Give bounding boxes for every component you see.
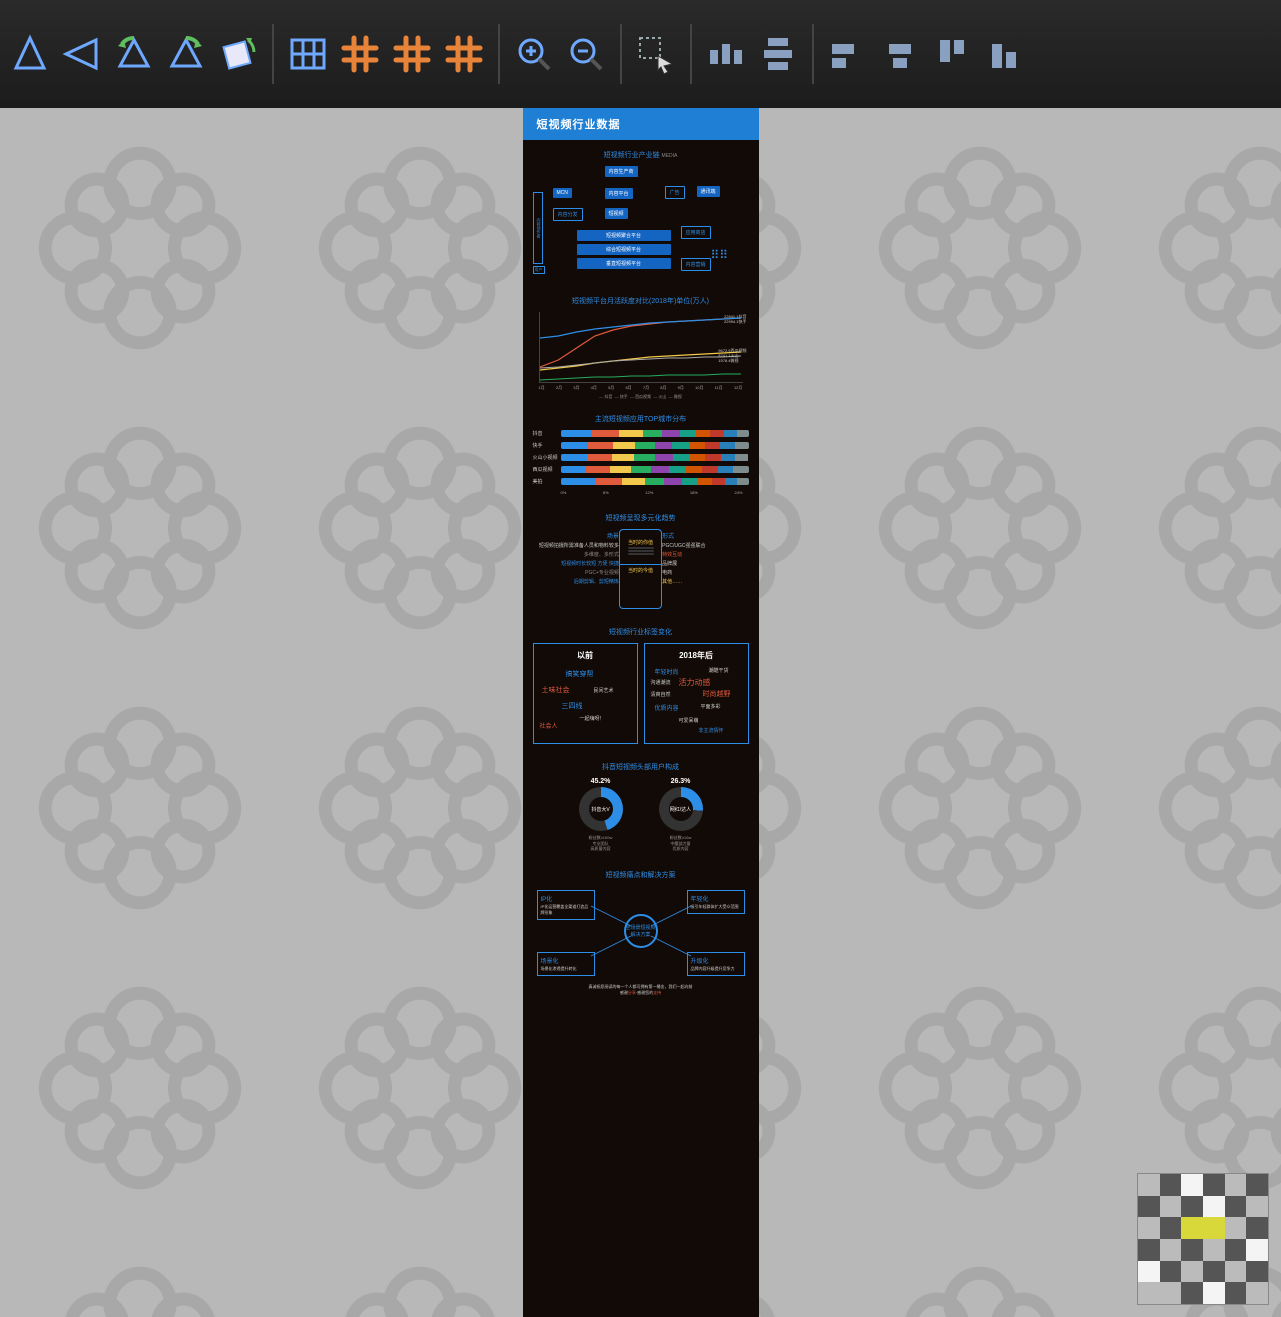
section-label-change: 短视频行业标签变化 以前 搞笑穿帮 土味社会 民间艺术 三四线 一起嗨呀！ 社会… xyxy=(523,627,759,744)
solution-box: 升级化品牌内容升级提升竞争力 xyxy=(687,952,745,976)
solution-box: 场景化场景化渗透提升转化 xyxy=(537,952,595,976)
chart-x-axis: 0%6%12%18%24% xyxy=(561,490,743,495)
section-donuts: 抖音短视频头部用户构成 45.2% 抖音大V 粉丝数≥100w专业团队高质量内容… xyxy=(523,762,759,852)
line-chart: 22841.1抖音 22994.1快手 9672.9西瓜视频 8241.1火山 … xyxy=(539,312,743,383)
stacked-bar-row: 火山小视频 xyxy=(533,454,749,461)
panel-after: 2018年后 年轻时尚 潮酷干货 沟通潮流 活力动感 清爽自然 时尚越野 优质内… xyxy=(644,643,749,744)
section-diversification: 短视频呈现多元化趋势 场景 短视频拍摄所需准备人员和物料较多 多维度、多形式 短… xyxy=(523,513,759,609)
navigator-minimap[interactable] xyxy=(1137,1173,1269,1305)
diagram-node: 内容营销 xyxy=(681,258,711,271)
flip-horizontal-icon[interactable] xyxy=(58,30,106,78)
align-left-icon[interactable] xyxy=(824,30,872,78)
diagram-side-label: 内容创作者 xyxy=(533,192,543,264)
align-top-icon[interactable] xyxy=(928,30,976,78)
diagram-node: 通讯端 xyxy=(697,186,720,197)
diagram-node: 内容平台 xyxy=(605,188,633,199)
distribute-h-icon[interactable] xyxy=(702,30,750,78)
section-title: 短视频痛点和解决方案 xyxy=(533,870,749,880)
document-title: 短视频行业数据 xyxy=(523,108,759,140)
solution-box: 年轻化吸引年轻群体扩大受众范围 xyxy=(687,890,745,914)
stacked-bar-row: 西瓜视频 xyxy=(533,466,749,473)
phone-graphic: 当时的你值 当时的今值 xyxy=(619,529,662,609)
chart-legend: — 抖音 — 快手 — 西瓜视频 — 火山 — 微视 xyxy=(533,394,749,400)
grid-thirds-2-icon[interactable] xyxy=(388,30,436,78)
pointer-select-icon[interactable] xyxy=(632,30,680,78)
section-title: 抖音短视频头部用户构成 xyxy=(533,762,749,772)
toolbar xyxy=(0,0,1281,108)
grid-plain-icon[interactable] xyxy=(284,30,332,78)
canvas-workspace[interactable]: 短视频行业数据 短视频行业产业链 MEDIA 内容生产商 MCN 内容平台 广告… xyxy=(0,108,1281,1317)
flip-vertical-icon[interactable] xyxy=(6,30,54,78)
donut-chart: 45.2% 抖音大V 粉丝数≥100w专业团队高质量内容 xyxy=(571,778,631,852)
chart-x-axis: 1月2月3月4月5月6月7月8月9月10月11月12月 xyxy=(539,385,743,391)
align-bottom-icon[interactable] xyxy=(980,30,1028,78)
diagram-node: 内容分发 xyxy=(553,208,583,221)
diagram-node: 内容生产商 xyxy=(605,166,638,177)
section-line-chart: 短视频平台月活跃度对比(2018年)单位(万人) 22841.1抖音 22994… xyxy=(523,296,759,400)
feature-col-right: 形式 PGC/UGC强强联合 特效互动 品牌展 电商 其他…… xyxy=(662,529,748,587)
stacked-bar-row: 抖音 xyxy=(533,430,749,437)
chart-annotations: 22841.1抖音 22994.1快手 xyxy=(724,314,746,324)
toolbar-separator xyxy=(620,24,622,84)
section-stacked-bars: 主流短视频应用TOP城市分布 抖音 快手 火山小视频 西瓜视频 美拍 0%6%1… xyxy=(523,414,759,495)
diagram-user-label: 用户 xyxy=(533,266,545,274)
feature-graphic: 场景 短视频拍摄所需准备人员和物料较多 多维度、多形式 短视频时长较短 方便 快… xyxy=(533,529,749,609)
section-title: 短视频行业标签变化 xyxy=(533,627,749,637)
solution-box: IP化IP化运营覆盖全渠道打造品牌形象 xyxy=(537,890,595,920)
stacked-bar-chart: 抖音 快手 火山小视频 西瓜视频 美拍 xyxy=(533,430,749,485)
diagram-node: MCN xyxy=(553,188,572,198)
rotate-right-icon[interactable] xyxy=(162,30,210,78)
donut-chart: 26.3% 网红/达人 粉丝数≥10w中腰部力量优质内容 xyxy=(651,778,711,852)
grid-thirds-3-icon[interactable] xyxy=(440,30,488,78)
toolbar-separator xyxy=(498,24,500,84)
section-title: 主流短视频应用TOP城市分布 xyxy=(533,414,749,424)
two-panel: 以前 搞笑穿帮 土味社会 民间艺术 三四线 一起嗨呀！ 社会人 2018年后 年… xyxy=(533,643,749,744)
zoom-in-icon[interactable] xyxy=(510,30,558,78)
diagram-node: 应用商店 xyxy=(681,226,711,239)
section-title: 短视频行业产业链 MEDIA xyxy=(533,150,749,160)
document-page[interactable]: 短视频行业数据 短视频行业产业链 MEDIA 内容生产商 MCN 内容平台 广告… xyxy=(523,108,759,1317)
stacked-bar-row: 快手 xyxy=(533,442,749,449)
stacked-bar-row: 美拍 xyxy=(533,478,749,485)
panel-before: 以前 搞笑穿帮 土味社会 民间艺术 三四线 一起嗨呀！ 社会人 xyxy=(533,643,638,744)
industry-chain-diagram: 内容生产商 MCN 内容平台 广告 通讯端 内容分发 短视频 短视频聚合平台 综… xyxy=(533,166,749,286)
grid-thirds-1-icon[interactable] xyxy=(336,30,384,78)
section-solution: 短视频痛点和解决方案 全场景短视频解决方案 IP化IP化运营覆盖全渠道打造品牌形… xyxy=(523,870,759,996)
footer-text: 真诚祝愿阅读的每一个人都可拥有第一桶金，我们一起向前 感谢分享·感谢您的支持 xyxy=(533,984,749,996)
toolbar-separator xyxy=(812,24,814,84)
diagram-node: 短视频 xyxy=(605,208,628,219)
diagram-node: 短视频聚合平台 xyxy=(577,230,671,241)
users-icon: ⠿⠿ xyxy=(711,248,729,262)
solution-diagram: 全场景短视频解决方案 IP化IP化运营覆盖全渠道打造品牌形象 年轻化吸引年轻群体… xyxy=(533,886,749,976)
distribute-v-icon[interactable] xyxy=(754,30,802,78)
chart-annotations: 9672.9西瓜视频 8241.1火山 1578.4微视 xyxy=(718,348,746,364)
feature-col-left: 场景 短视频拍摄所需准备人员和物料较多 多维度、多形式 短视频时长较短 方便 快… xyxy=(533,529,619,587)
zoom-out-icon[interactable] xyxy=(562,30,610,78)
rotate-free-icon[interactable] xyxy=(214,30,262,78)
section-title: 短视频平台月活跃度对比(2018年)单位(万人) xyxy=(533,296,749,306)
align-center-icon[interactable] xyxy=(876,30,924,78)
rotate-left-icon[interactable] xyxy=(110,30,158,78)
toolbar-separator xyxy=(272,24,274,84)
diagram-node: 垂直短视频平台 xyxy=(577,258,671,269)
toolbar-separator xyxy=(690,24,692,84)
diagram-node: 综合短视频平台 xyxy=(577,244,671,255)
section-industry-chain: 短视频行业产业链 MEDIA 内容生产商 MCN 内容平台 广告 通讯端 内容分… xyxy=(523,150,759,286)
section-title: 短视频呈现多元化趋势 xyxy=(533,513,749,523)
diagram-node: 广告 xyxy=(665,186,685,199)
